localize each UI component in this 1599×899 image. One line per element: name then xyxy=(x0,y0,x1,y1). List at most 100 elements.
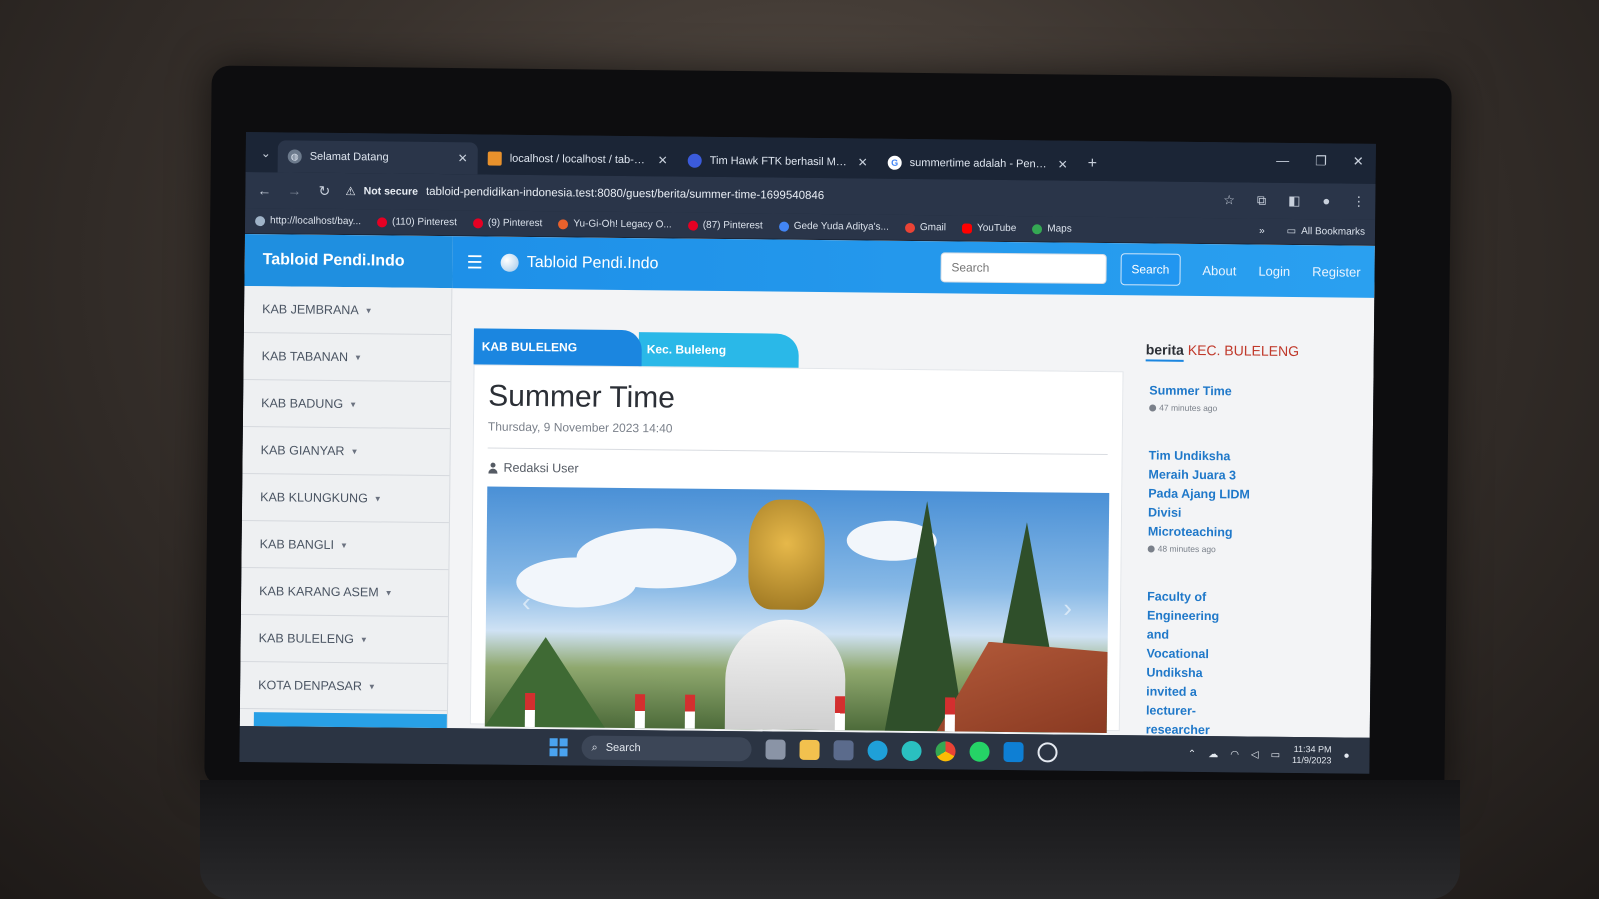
chevron-up-icon[interactable]: ⌃ xyxy=(1188,748,1197,759)
caret-down-icon: ▼ xyxy=(349,399,358,409)
windows-start-icon[interactable] xyxy=(549,738,568,757)
back-icon[interactable]: ← xyxy=(255,182,273,198)
related-item[interactable]: Faculty of Engineering and Vocational Un… xyxy=(1142,587,1344,737)
bookmark-localhost[interactable]: http://localhost/bay... xyxy=(255,215,361,227)
url-text[interactable]: tabloid-pendidikan-indonesia.test:8080/g… xyxy=(426,186,824,202)
volume-icon[interactable]: ◁ xyxy=(1251,749,1259,760)
tag-label: Kec. Buleleng xyxy=(646,342,727,358)
tab-title: localhost / localhost / tab-pen xyxy=(509,152,650,167)
sidebar-item-label: KAB BADUNG xyxy=(261,396,344,412)
task-view-icon[interactable] xyxy=(765,739,786,760)
tab-selamat-datang[interactable]: ◍ Selamat Datang ✕ xyxy=(277,140,478,175)
carousel-prev-icon[interactable]: ‹ xyxy=(522,587,531,618)
chrome-icon[interactable] xyxy=(935,741,956,762)
tab-tim-hawk[interactable]: Tim Hawk FTK berhasil Meraih ✕ xyxy=(678,145,878,179)
yugioh-icon xyxy=(558,218,569,229)
related-news: berita KEC. BULELENG Summer Time 47 minu… xyxy=(1142,341,1346,737)
taskbar-search[interactable]: ⌕ Search xyxy=(581,735,752,762)
bookmark-pinterest-87[interactable]: (87) Pinterest xyxy=(687,220,763,231)
vscode-icon[interactable] xyxy=(1003,741,1024,763)
forward-icon[interactable]: → xyxy=(285,182,303,198)
tab-google-search[interactable]: G summertime adalah - Penelus ✕ xyxy=(878,147,1078,181)
tab-title: Tim Hawk FTK berhasil Meraih xyxy=(709,154,850,169)
bookmark-youtube[interactable]: YouTube xyxy=(961,222,1017,235)
bookmark-pinterest-9[interactable]: (9) Pinterest xyxy=(472,217,542,229)
toolbar-icons: ☆ ⧉ ◧ ● ⋮ xyxy=(1223,192,1365,209)
bookmark-label: http://localhost/bay... xyxy=(270,215,362,228)
hamburger-menu-icon[interactable]: ☰ xyxy=(467,252,483,273)
sidebar-item-bangli[interactable]: KAB BANGLI ▼ xyxy=(241,520,449,571)
bookmark-gmail[interactable]: Gmail xyxy=(904,222,946,233)
sidebar-item-klungkung[interactable]: KAB KLUNGKUNG ▼ xyxy=(241,473,450,524)
caret-down-icon: ▼ xyxy=(384,587,393,598)
address-bar[interactable]: ⚠ Not secure tabloid-pendidikan-indonesi… xyxy=(345,178,1211,213)
system-clock[interactable]: 11:34 PM 11/9/2023 xyxy=(1292,744,1332,766)
nav-link-login[interactable]: Login xyxy=(1258,263,1290,278)
sidebar-item-label: KAB TABANAN xyxy=(261,349,349,365)
caret-down-icon: ▼ xyxy=(364,305,373,315)
search-input[interactable] xyxy=(940,252,1107,285)
related-item[interactable]: Summer Time 47 minutes ago xyxy=(1145,381,1345,414)
edge-dev-icon[interactable] xyxy=(901,740,922,762)
tag-label: KAB BULELENG xyxy=(481,339,578,355)
bookmark-yugioh[interactable]: Yu-Gi-Oh! Legacy O... xyxy=(558,218,672,230)
cloud-icon[interactable]: ☁ xyxy=(1208,749,1218,760)
sidebar-item-buleleng[interactable]: KAB BULELENG ▼ xyxy=(240,614,448,665)
bookmark-maps[interactable]: Maps xyxy=(1032,223,1072,235)
whatsapp-icon[interactable] xyxy=(969,741,990,762)
all-bookmarks-button[interactable]: ▭ All Bookmarks xyxy=(1287,226,1365,238)
bookmark-gede-yuda[interactable]: Gede Yuda Aditya's... xyxy=(778,221,889,233)
sidebar-item-denpasar[interactable]: KOTA DENPASAR ▼ xyxy=(239,661,448,712)
carousel-next-icon[interactable]: › xyxy=(1063,593,1072,624)
sidebar-item-tabanan[interactable]: KAB TABANAN ▼ xyxy=(243,332,451,383)
reload-icon[interactable]: ↻ xyxy=(315,182,333,199)
caret-down-icon: ▼ xyxy=(367,681,376,691)
tag-kec-buleleng[interactable]: Kec. Buleleng xyxy=(638,332,799,368)
sidebar-item-badung[interactable]: KAB BADUNG ▼ xyxy=(242,379,451,430)
sidebar-item-jembrana[interactable]: KAB JEMBRANA ▼ xyxy=(243,285,452,336)
close-icon[interactable]: ✕ xyxy=(658,153,668,167)
new-tab-button[interactable]: + xyxy=(1078,155,1108,181)
navbar-title[interactable]: Tabloid Pendi.Indo xyxy=(527,254,659,273)
bookmark-icon xyxy=(255,215,266,226)
article-image-carousel[interactable]: ‹ › xyxy=(484,486,1110,734)
close-icon[interactable]: ✕ xyxy=(858,155,868,169)
related-item-title[interactable]: Faculty of Engineering and Vocational Un… xyxy=(1146,587,1228,737)
more-menu-icon[interactable]: ⋮ xyxy=(1352,194,1365,210)
nav-link-register[interactable]: Register xyxy=(1312,264,1361,280)
notification-icon[interactable]: ● xyxy=(1343,750,1349,761)
more-bookmarks-icon[interactable]: » xyxy=(1259,226,1265,237)
battery-icon[interactable]: ▭ xyxy=(1271,749,1281,760)
related-item-title[interactable]: Summer Time xyxy=(1149,381,1259,401)
laptop-screen: ⌄ ◍ Selamat Datang ✕ localhost / localho… xyxy=(239,132,1376,774)
flag xyxy=(944,697,956,732)
sidebar-item-gianyar[interactable]: KAB GIANYAR ▼ xyxy=(242,426,450,477)
phpmyadmin-icon xyxy=(487,151,502,166)
tab-search-chevron-icon[interactable]: ⌄ xyxy=(254,146,278,172)
wifi-icon[interactable]: ◠ xyxy=(1230,749,1239,760)
side-panel-icon[interactable]: ◧ xyxy=(1288,193,1300,209)
related-item[interactable]: Tim Undiksha Meraih Juara 3 Pada Ajang L… xyxy=(1144,446,1345,555)
profile-icon[interactable]: ● xyxy=(1322,193,1330,209)
nav-link-about[interactable]: About xyxy=(1202,263,1236,278)
extensions-icon[interactable]: ⧉ xyxy=(1257,193,1266,209)
tag-kab-buleleng[interactable]: KAB BULELENG xyxy=(473,328,642,367)
file-explorer-icon[interactable] xyxy=(799,739,820,761)
bookmark-label: YouTube xyxy=(976,222,1017,235)
media-player-icon[interactable] xyxy=(1037,742,1058,763)
sidebar-item-karang-asem[interactable]: KAB KARANG ASEM ▼ xyxy=(240,567,449,618)
minimize-icon[interactable]: — xyxy=(1276,153,1289,169)
site-brand[interactable]: Tabloid Pendi.Indo xyxy=(244,233,453,289)
store-icon[interactable] xyxy=(833,740,854,761)
search-button[interactable]: Search xyxy=(1120,253,1181,286)
security-label[interactable]: Not secure xyxy=(364,185,418,198)
tab-phpmyadmin[interactable]: localhost / localhost / tab-pen ✕ xyxy=(478,142,678,176)
restore-icon[interactable]: ❐ xyxy=(1315,153,1327,169)
related-item-title[interactable]: Tim Undiksha Meraih Juara 3 Pada Ajang L… xyxy=(1148,446,1259,542)
edge-icon[interactable] xyxy=(867,740,888,761)
close-window-icon[interactable]: ✕ xyxy=(1353,154,1364,170)
star-icon[interactable]: ☆ xyxy=(1223,192,1235,208)
close-icon[interactable]: ✕ xyxy=(1058,158,1068,172)
bookmark-pinterest-110[interactable]: (110) Pinterest xyxy=(376,216,457,228)
close-icon[interactable]: ✕ xyxy=(458,151,468,165)
